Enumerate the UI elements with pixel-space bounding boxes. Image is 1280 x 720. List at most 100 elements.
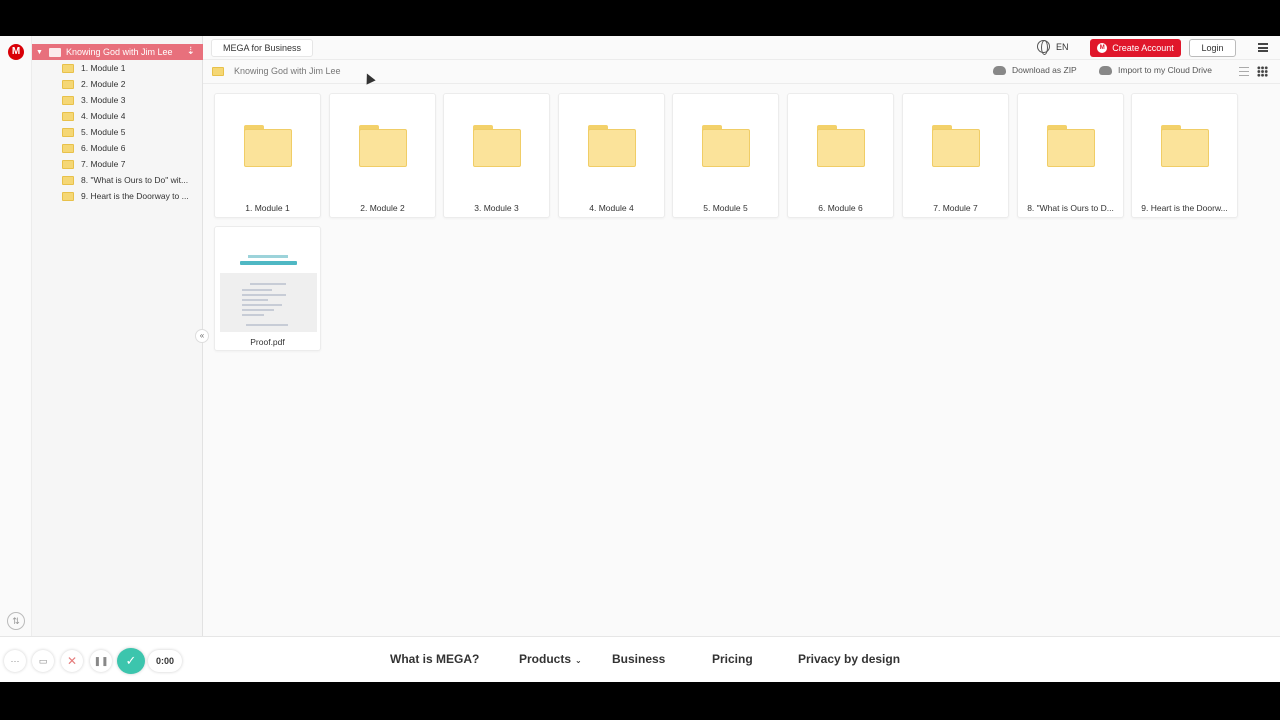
tree-root-label: Knowing God with Jim Lee <box>66 47 173 57</box>
folder-icon <box>62 111 74 121</box>
folder-tile[interactable]: 9. Heart is the Doorw... <box>1131 93 1238 218</box>
tree-item[interactable]: 9. Heart is the Doorway to ... <box>62 188 202 204</box>
footer-link-label: Products <box>519 652 572 666</box>
collapse-chevron-icon[interactable]: « <box>195 329 209 343</box>
top-bar: MEGA for Business EN M Create Account Lo… <box>203 36 1280 60</box>
mega-for-business-tab[interactable]: MEGA for Business <box>211 39 314 57</box>
tree-item[interactable]: 7. Module 7 <box>62 156 202 172</box>
folder-tile[interactable]: 3. Module 3 <box>443 93 550 218</box>
folder-icon <box>588 125 636 168</box>
folder-tile[interactable]: 1. Module 1 <box>214 93 321 218</box>
footer-nav: What is MEGA? Products ⌄ Business Pricing… <box>0 636 1280 682</box>
folder-name: 2. Module 2 <box>360 203 405 213</box>
folder-icon <box>212 67 224 76</box>
folder-icon <box>1161 125 1209 168</box>
folder-name: 6. Module 6 <box>818 203 863 213</box>
footer-link-business[interactable]: Business <box>612 652 665 666</box>
folder-icon <box>62 79 74 89</box>
tree-item[interactable]: 1. Module 1 <box>62 60 202 76</box>
left-rail: M ⇅ <box>0 36 32 636</box>
footer-link-privacy[interactable]: Privacy by design <box>798 652 900 666</box>
folder-icon <box>62 159 74 169</box>
folder-icon <box>62 95 74 105</box>
folder-name: 7. Module 7 <box>933 203 978 213</box>
folder-tree: ▼ Knowing God with Jim Lee ⇣ 1. Module 1… <box>32 36 203 636</box>
pdf-thumbnail <box>220 231 317 332</box>
chevron-down-icon: ⌄ <box>575 656 582 665</box>
folder-tile[interactable]: 7. Module 7 <box>902 93 1009 218</box>
tree-item[interactable]: 2. Module 2 <box>62 76 202 92</box>
folder-tile[interactable]: 4. Module 4 <box>558 93 665 218</box>
folder-name: 3. Module 3 <box>474 203 519 213</box>
download-zip-label: Download as ZIP <box>1012 65 1077 75</box>
folder-icon <box>1047 125 1095 168</box>
folder-name: 1. Module 1 <box>245 203 290 213</box>
folder-icon <box>932 125 980 168</box>
hamburger-menu-icon[interactable] <box>1258 43 1268 52</box>
grid-view-icon[interactable] <box>1257 66 1268 77</box>
folder-tile[interactable]: 2. Module 2 <box>329 93 436 218</box>
folder-icon <box>359 125 407 168</box>
mega-logo-icon[interactable]: M <box>8 44 24 60</box>
tree-item-label: 2. Module 2 <box>81 79 126 89</box>
cloud-download-icon <box>993 65 1006 75</box>
folder-tile[interactable]: 6. Module 6 <box>787 93 894 218</box>
pdf-file-tile[interactable]: Proof.pdf <box>214 226 321 351</box>
cloud-upload-icon <box>1099 65 1112 75</box>
folder-name: 9. Heart is the Doorw... <box>1141 203 1228 213</box>
import-cloud-drive-button[interactable]: Import to my Cloud Drive <box>1099 65 1212 75</box>
tree-item-label: 9. Heart is the Doorway to ... <box>81 191 189 201</box>
mouse-cursor-icon <box>362 71 376 85</box>
mega-folder-page: M ⇅ ▼ Knowing God with Jim Lee ⇣ 1. Modu… <box>0 36 1280 682</box>
footer-link-products[interactable]: Products ⌄ <box>519 652 582 666</box>
tree-item-label: 3. Module 3 <box>81 95 126 105</box>
breadcrumb[interactable]: Knowing God with Jim Lee <box>234 66 341 76</box>
folder-icon <box>62 175 74 185</box>
footer-link-pricing[interactable]: Pricing <box>712 652 753 666</box>
folder-icon <box>702 125 750 168</box>
globe-icon <box>1037 40 1050 55</box>
tree-item[interactable]: 3. Module 3 <box>62 92 202 108</box>
tree-root-item[interactable]: ▼ Knowing God with Jim Lee ⇣ <box>32 44 203 60</box>
folder-tile[interactable]: 5. Module 5 <box>672 93 779 218</box>
tree-item-label: 6. Module 6 <box>81 143 126 153</box>
folder-icon <box>62 63 74 73</box>
folder-icon <box>62 127 74 137</box>
transfer-icon[interactable]: ⇅ <box>7 612 25 630</box>
tree-item[interactable]: 5. Module 5 <box>62 124 202 140</box>
folder-name: 5. Module 5 <box>703 203 748 213</box>
recorder-cancel-button[interactable]: ✕ <box>61 650 83 672</box>
import-cloud-drive-label: Import to my Cloud Drive <box>1118 65 1212 75</box>
sort-icon[interactable]: ⇣ <box>187 46 195 57</box>
tree-item-label: 7. Module 7 <box>81 159 126 169</box>
create-account-button[interactable]: M Create Account <box>1090 39 1181 57</box>
create-account-label: Create Account <box>1112 43 1174 53</box>
tree-item[interactable]: 4. Module 4 <box>62 108 202 124</box>
recorder-done-button[interactable]: ✓ <box>117 648 145 674</box>
recorder-camera-icon[interactable]: ▭ <box>32 650 54 672</box>
folder-name: 8. "What is Ours to D... <box>1027 203 1114 213</box>
folder-icon <box>62 143 74 153</box>
list-view-icon[interactable] <box>1239 67 1249 76</box>
tree-item-label: 1. Module 1 <box>81 63 126 73</box>
tree-item[interactable]: 6. Module 6 <box>62 140 202 156</box>
recorder-more-button[interactable]: ··· <box>4 650 26 672</box>
file-name: Proof.pdf <box>250 337 285 347</box>
language-label: EN <box>1056 41 1069 52</box>
tree-item-label: 5. Module 5 <box>81 127 126 137</box>
tree-item-label: 4. Module 4 <box>81 111 126 121</box>
folder-tile[interactable]: 8. "What is Ours to D... <box>1017 93 1124 218</box>
login-button[interactable]: Login <box>1189 39 1236 57</box>
caret-down-icon[interactable]: ▼ <box>36 49 46 56</box>
folder-icon <box>473 125 521 168</box>
download-zip-button[interactable]: Download as ZIP <box>993 65 1077 75</box>
language-selector[interactable]: EN <box>1037 40 1069 55</box>
folder-icon <box>49 47 61 57</box>
tree-item[interactable]: 8. "What is Ours to Do" wit... <box>62 172 202 188</box>
folder-icon <box>817 125 865 168</box>
folder-icon <box>62 191 74 201</box>
footer-link-what-is-mega[interactable]: What is MEGA? <box>390 652 479 666</box>
folder-icon <box>244 125 292 168</box>
tree-item-label: 8. "What is Ours to Do" wit... <box>81 175 189 185</box>
recorder-pause-button[interactable]: ❚❚ <box>90 650 112 672</box>
